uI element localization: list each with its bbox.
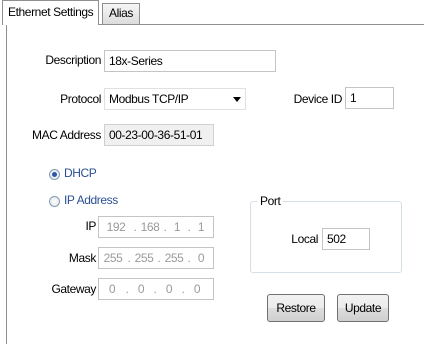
mac-address-field: 00-23-00-36-51-01: [104, 124, 214, 146]
mac-address-label: MAC Address: [32, 128, 101, 142]
local-port-label: Local: [291, 232, 318, 246]
protocol-select[interactable]: Modbus TCP/IP: [104, 88, 246, 110]
device-id-label: Device ID: [293, 92, 343, 106]
mask-label: Mask: [68, 251, 96, 265]
mask-octet: 255: [103, 251, 123, 265]
gateway-label: Gateway: [51, 282, 96, 296]
ip-octet: 192: [106, 220, 126, 234]
gateway-octet: 0: [137, 282, 145, 296]
port-group-title: Port: [257, 194, 284, 208]
mask-octet: 255: [164, 251, 184, 265]
gateway-field[interactable]: 0.0.0.0: [98, 278, 214, 300]
dhcp-radio[interactable]: [49, 169, 60, 180]
ip-address-radio[interactable]: [49, 196, 60, 207]
ip-octet: 168: [140, 220, 160, 234]
protocol-select-value: Modbus TCP/IP: [109, 92, 189, 106]
update-button[interactable]: Update: [337, 294, 389, 322]
ip-address-label[interactable]: IP Address: [64, 193, 118, 207]
mask-field[interactable]: 255. 255. 255. 0: [98, 247, 214, 269]
mask-octet: 255: [134, 251, 154, 265]
dhcp-label[interactable]: DHCP: [64, 166, 97, 180]
protocol-label: Protocol: [60, 92, 101, 106]
device-id-field[interactable]: 1: [345, 87, 394, 109]
tab-bar: Ethernet Settings Alias: [0, 0, 424, 25]
description-label: Description: [45, 53, 101, 67]
tab-alias[interactable]: Alias: [102, 3, 141, 24]
description-field[interactable]: 18x-Series: [104, 50, 276, 72]
gateway-octet: 0: [193, 282, 201, 296]
restore-button[interactable]: Restore: [267, 294, 325, 322]
gateway-octet: 0: [165, 282, 173, 296]
ip-field[interactable]: 192. 168. 1. 1: [98, 216, 214, 238]
ip-octet: 1: [173, 220, 181, 234]
tab-ethernet-settings[interactable]: Ethernet Settings: [2, 0, 100, 25]
local-port-field[interactable]: 502: [322, 228, 370, 250]
gateway-octet: 0: [108, 282, 116, 296]
radio-selected-dot: [52, 172, 57, 177]
chevron-down-icon: [233, 97, 241, 102]
ip-octet: 1: [197, 220, 205, 234]
mask-octet: 0: [197, 251, 205, 265]
ip-label: IP: [85, 219, 96, 233]
